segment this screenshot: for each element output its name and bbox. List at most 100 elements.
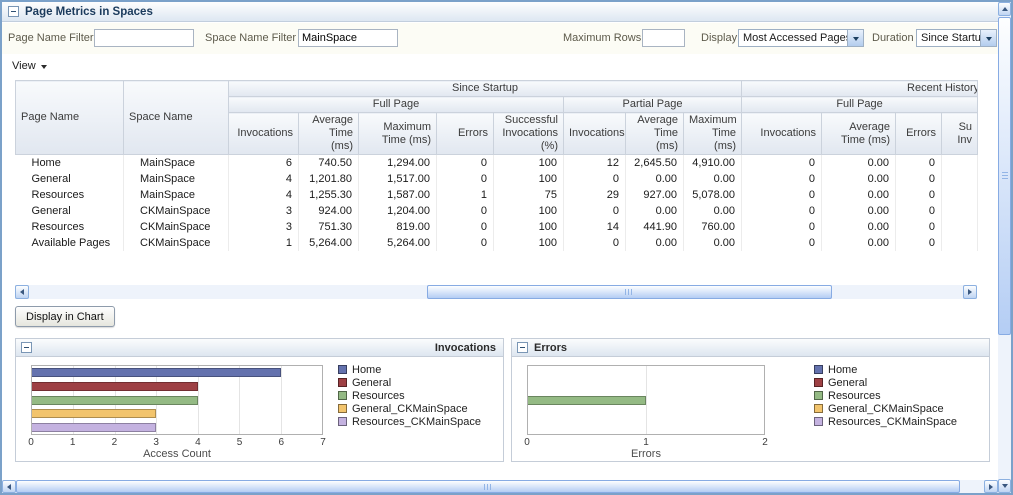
legend-item: Home	[338, 363, 481, 376]
table-cell: 0.00	[821, 154, 897, 171]
column-header[interactable]: Average Time (ms)	[821, 112, 897, 155]
bar-resources_ckmainspace[interactable]	[32, 422, 157, 432]
scrollbar-thumb[interactable]	[998, 17, 1011, 335]
table-cell: 0	[741, 219, 823, 235]
table-cell: 0	[741, 154, 823, 171]
bar-resources[interactable]	[32, 395, 198, 405]
table-row[interactable]: Available Pages CKMainSpace 1 5,264.00 5,264…	[15, 235, 979, 251]
x-tick-label: 5	[236, 437, 243, 448]
invocations-chart-panel: Invocations 01234567 Access Count Home Ge…	[15, 338, 504, 462]
scroll-left-button[interactable]	[2, 480, 16, 493]
column-header[interactable]: Maximum Time (ms)	[358, 112, 437, 155]
table-cell: 1,517.00	[358, 171, 437, 187]
column-header[interactable]: Errors	[895, 112, 943, 155]
table-cell: 100	[493, 171, 564, 187]
table-cell: 4	[228, 171, 299, 187]
scroll-left-button[interactable]	[15, 285, 29, 299]
maximum-rows-input[interactable]	[642, 29, 685, 47]
view-menu-button[interactable]: View	[8, 57, 51, 75]
table-cell: CKMainSpace	[123, 219, 229, 235]
column-header[interactable]: Maximum Time (ms)	[682, 112, 743, 155]
table-cell: 0.00	[821, 219, 897, 235]
errors-chart-legend: Home General Resources General_CKMainSpace R…	[814, 363, 957, 428]
x-tick-label: 3	[153, 437, 159, 448]
scrollbar-thumb[interactable]	[16, 480, 960, 493]
table-row[interactable]: General MainSpace 4 1,201.80 1,517.00 0 100 0 0.…	[15, 171, 979, 187]
table-cell: 0.00	[821, 203, 897, 219]
metrics-table: Page Name Space Name Since Startup Recent H…	[15, 80, 979, 251]
column-header[interactable]: Su Inv	[941, 112, 979, 155]
table-cell: Home	[15, 154, 124, 171]
collapse-invocations-chart-icon[interactable]	[21, 342, 32, 353]
table-cell: 0.00	[683, 235, 743, 251]
legend-item: Home	[814, 363, 957, 376]
duration-select[interactable]: Since Startup	[916, 29, 997, 47]
column-header[interactable]: Successful Invocations (%)	[493, 112, 564, 155]
bar-home[interactable]	[32, 368, 281, 378]
table-cell: 751.30	[298, 219, 359, 235]
scroll-right-button[interactable]	[963, 285, 977, 299]
space-name-filter-input[interactable]	[298, 29, 398, 47]
column-header[interactable]: Average Time (ms)	[298, 112, 359, 155]
column-header[interactable]: Page Name	[15, 80, 124, 155]
table-cell: 3	[228, 203, 299, 219]
table-horizontal-scrollbar[interactable]	[15, 285, 977, 299]
maximum-rows-label: Maximum Rows	[563, 32, 642, 44]
column-header[interactable]: Errors	[436, 112, 494, 155]
collapse-panel-icon[interactable]	[8, 6, 19, 17]
table-cell: MainSpace	[123, 187, 229, 203]
display-select[interactable]: Most Accessed Pages	[738, 29, 864, 47]
table-cell	[941, 219, 979, 235]
scroll-right-button[interactable]	[984, 480, 998, 493]
column-header[interactable]: Invocations	[563, 112, 626, 155]
chevron-down-icon[interactable]	[980, 30, 996, 46]
table-cell: 75	[493, 187, 564, 203]
arrow-left-icon	[4, 483, 11, 490]
legend-item: Resources_CKMainSpace	[814, 415, 957, 428]
table-cell: 5,264.00	[358, 235, 437, 251]
duration-label: Duration	[872, 32, 914, 44]
x-tick-label: 1	[69, 437, 76, 448]
table-row[interactable]: General CKMainSpace 3 924.00 1,204.00 0 100 0 0.…	[15, 203, 979, 219]
gridline	[646, 366, 647, 434]
chevron-down-icon[interactable]	[847, 30, 863, 46]
column-header[interactable]: Invocations	[741, 112, 823, 155]
bar-general_ckmainspace[interactable]	[32, 409, 157, 419]
table-cell: 0	[741, 171, 823, 187]
table-row[interactable]: Home MainSpace 6 740.50 1,294.00 0 100 12 2,645.…	[15, 154, 979, 171]
page-name-filter-label: Page Name Filter	[8, 32, 94, 44]
scroll-down-button[interactable]	[998, 479, 1011, 493]
legend-label: General_CKMainSpace	[352, 402, 468, 415]
vertical-scrollbar[interactable]	[998, 2, 1011, 493]
table-row[interactable]: Resources CKMainSpace 3 751.30 819.00 0 100 14 4…	[15, 219, 979, 235]
column-header[interactable]: Average Time (ms)	[625, 112, 684, 155]
collapse-errors-chart-icon[interactable]	[517, 342, 528, 353]
x-tick-label: 1	[643, 437, 649, 448]
legend-item: General	[338, 376, 481, 389]
table-cell: General	[15, 203, 124, 219]
invocations-chart-title: Invocations	[434, 341, 496, 354]
display-in-chart-button[interactable]: Display in Chart	[15, 306, 115, 327]
table-cell: 1	[436, 187, 494, 203]
bottom-horizontal-scrollbar[interactable]	[2, 480, 998, 493]
column-header[interactable]: Space Name	[123, 80, 229, 155]
panel-title: Page Metrics in Spaces	[25, 5, 153, 18]
subgroup-header: Full Page	[741, 96, 979, 113]
legend-label: Resources	[352, 389, 405, 402]
x-tick-label: 7	[320, 437, 326, 448]
x-tick-label: 2	[111, 437, 118, 448]
bar-resources[interactable]	[528, 395, 646, 405]
legend-swatch-icon	[338, 417, 347, 426]
group-header: Recent History	[741, 80, 979, 97]
display-label: Display	[701, 32, 738, 44]
filter-bar: Page Name Filter Space Name Filter Maxim…	[2, 23, 998, 54]
legend-swatch-icon	[814, 365, 823, 374]
table-row[interactable]: Resources MainSpace 4 1,255.30 1,587.00 1 75 29…	[15, 187, 979, 203]
scrollbar-thumb[interactable]	[427, 285, 832, 299]
column-header[interactable]: Invocations	[228, 112, 299, 155]
page-name-filter-input[interactable]	[94, 29, 194, 47]
bar-general[interactable]	[32, 381, 198, 391]
legend-label: Resources_CKMainSpace	[828, 415, 958, 428]
scroll-up-button[interactable]	[998, 2, 1011, 16]
legend-label: Home	[352, 363, 382, 376]
